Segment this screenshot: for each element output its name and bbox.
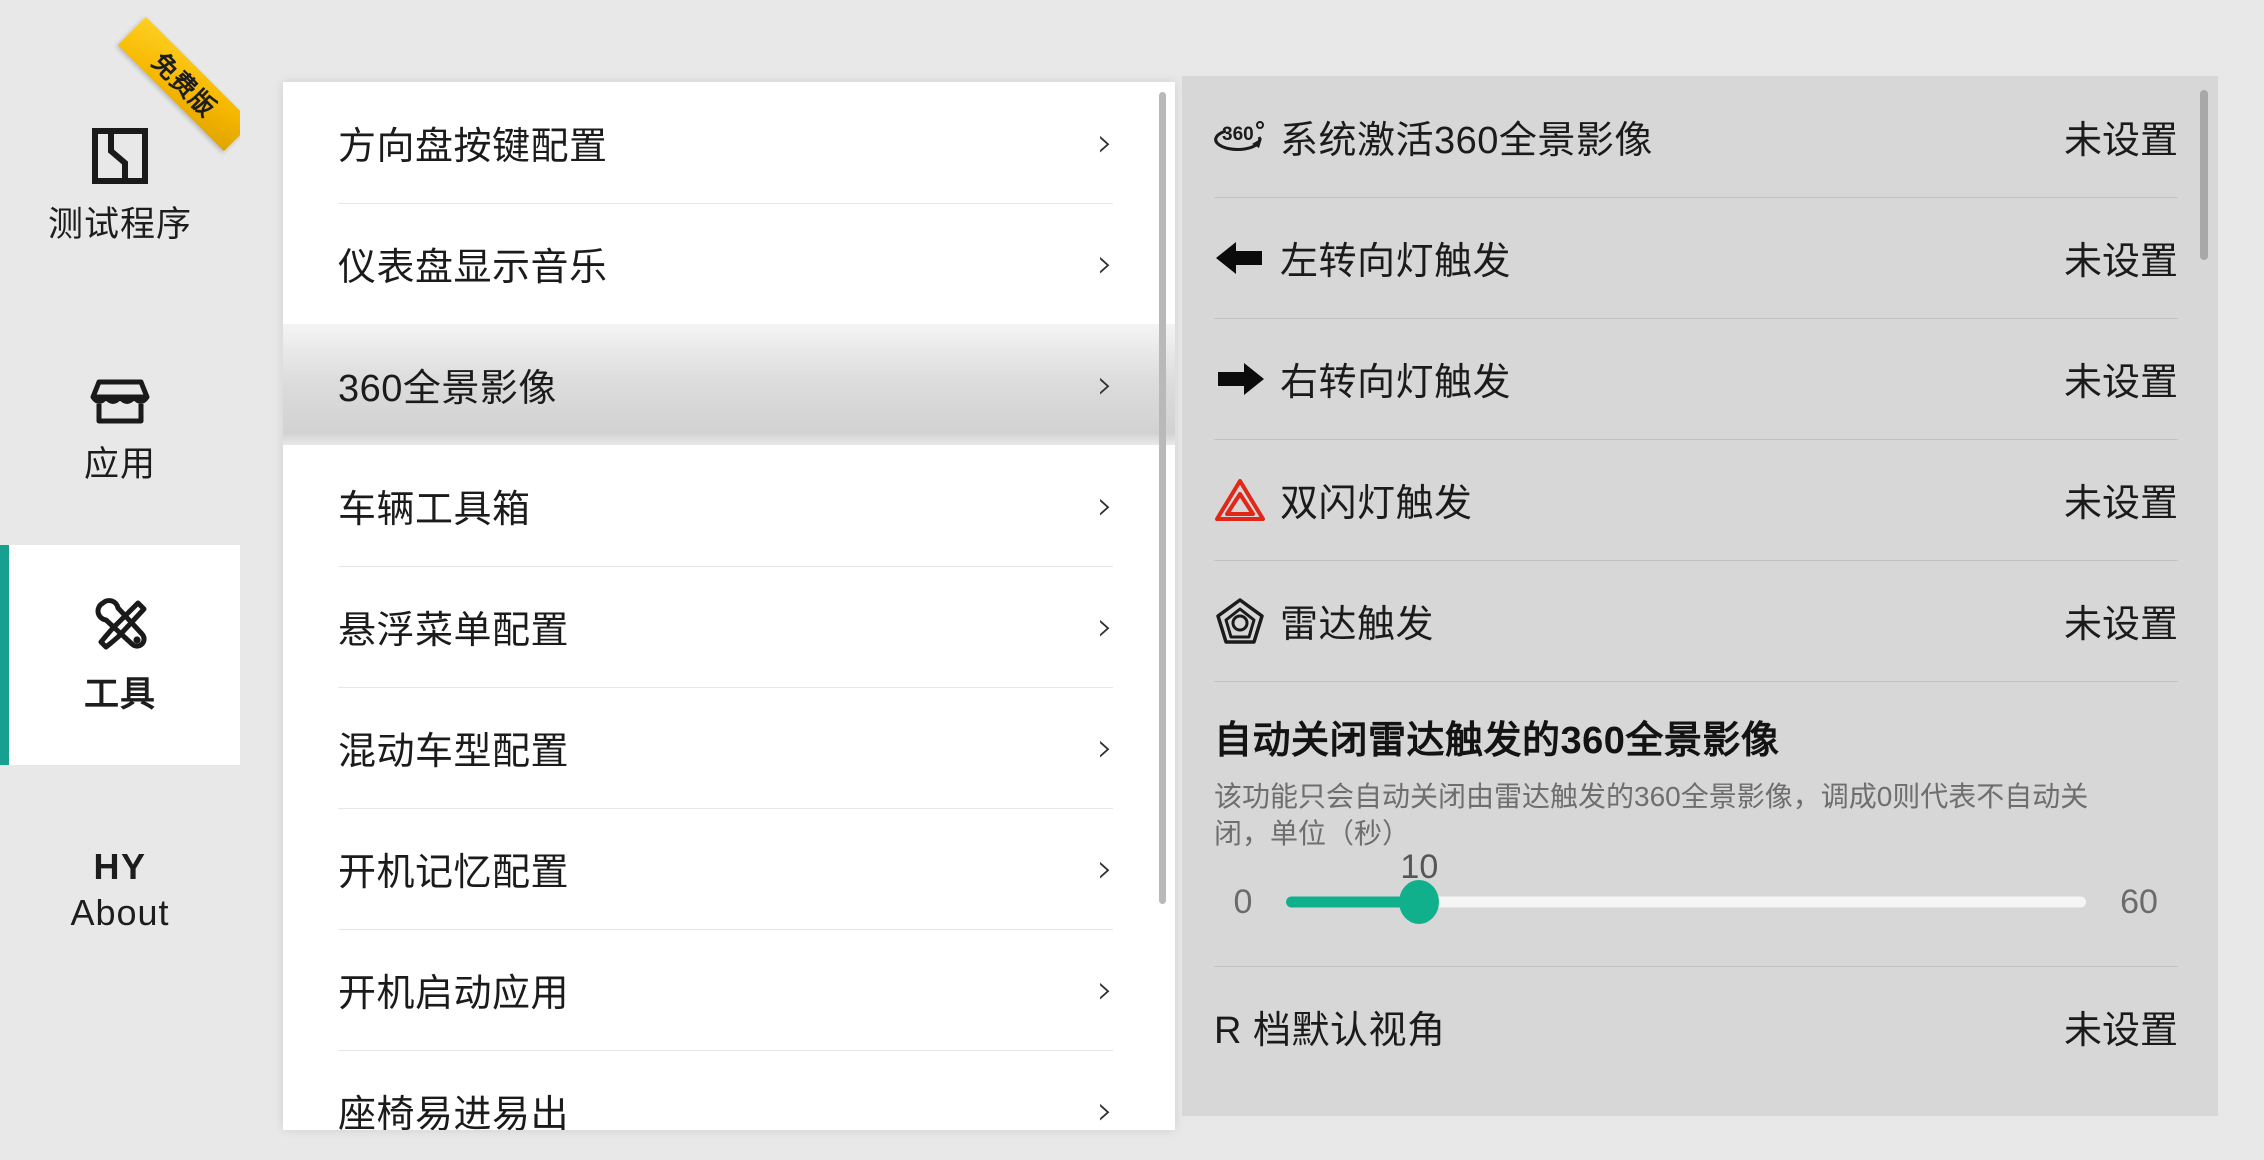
detail-row-left-turn-signal[interactable]: 左转向灯触发 未设置 — [1214, 197, 2178, 318]
chevron-right-icon: › — [1097, 845, 1113, 892]
detail-row-label: 左转向灯触发 — [1280, 241, 1512, 283]
list-item[interactable]: 方向盘按键配置 › — [338, 82, 1113, 203]
sidebar-item-label: 测试程序 — [47, 205, 192, 245]
detail-row-label: R 档默认视角 — [1214, 1010, 1446, 1053]
sidebar-item-apps[interactable]: 应用 — [0, 355, 240, 505]
chevron-right-icon: › — [1097, 966, 1113, 1013]
detail-row-hazard-lights[interactable]: 双闪灯触发 未设置 — [1214, 439, 2178, 560]
settings-list: 方向盘按键配置 › 仪表盘显示音乐 › 360全景影像 › 车辆工具箱 › 悬浮… — [283, 82, 1175, 1130]
sidebar-item-label: 应用 — [83, 445, 156, 485]
arrow-right-icon — [1214, 358, 1280, 400]
list-item[interactable]: 车辆工具箱 › — [338, 445, 1113, 566]
list-item[interactable]: 仪表盘显示音乐 › — [338, 203, 1113, 324]
list-item-selected[interactable]: 360全景影像 › — [283, 324, 1175, 445]
list-item-label: 车辆工具箱 — [338, 489, 531, 531]
chevron-right-icon: › — [1097, 482, 1113, 529]
detail-row-label: 系统激活360全景影像 — [1280, 120, 1653, 162]
svg-text:360: 360 — [1222, 124, 1254, 145]
about-label: About — [70, 892, 170, 933]
list-item[interactable]: 座椅易进易出 › — [338, 1050, 1113, 1130]
detail-row-r-gear-default-view[interactable]: R 档默认视角 未设置 — [1214, 966, 2178, 1087]
sidebar-item-tools[interactable]: 工具 — [0, 545, 240, 765]
list-item-label: 混动车型配置 — [338, 731, 570, 773]
hazard-lights-icon — [1214, 477, 1280, 523]
detail-row-label: 右转向灯触发 — [1280, 362, 1512, 404]
detail-row-value: 未设置 — [2063, 120, 2178, 162]
detail-row-right-turn-signal[interactable]: 右转向灯触发 未设置 — [1214, 318, 2178, 439]
wrench-screwdriver-icon — [87, 595, 153, 662]
square-zigzag-icon — [89, 125, 151, 192]
list-item-label: 开机记忆配置 — [338, 852, 570, 894]
detail-row-radar-trigger[interactable]: 雷达触发 未设置 — [1214, 560, 2178, 681]
slider-min-label: 0 — [1233, 883, 1253, 922]
detail-row-value: 未设置 — [2063, 241, 2178, 283]
detail-row-value: 未设置 — [2063, 483, 2178, 525]
list-item-label: 悬浮菜单配置 — [338, 610, 570, 652]
slider-max-label: 60 — [2120, 883, 2158, 922]
chevron-right-icon: › — [1097, 724, 1113, 771]
sidebar: 测试程序 应用 工具 HY About 免费版 — [0, 0, 240, 1160]
sidebar-item-label: 工具 — [83, 675, 156, 715]
list-item[interactable]: 开机启动应用 › — [338, 929, 1113, 1050]
chevron-right-icon: › — [1097, 240, 1113, 287]
list-item-label: 方向盘按键配置 — [338, 126, 608, 168]
storefront-icon — [89, 375, 151, 432]
setting-title: 自动关闭雷达触发的360全景影像 — [1214, 720, 1780, 762]
list-item-label: 开机启动应用 — [338, 973, 570, 1015]
sidebar-item-test-program[interactable]: 测试程序 — [0, 110, 240, 260]
list-scrollbar-thumb[interactable] — [1159, 92, 1166, 904]
detail-row-value: 未设置 — [2063, 1010, 2178, 1053]
chevron-right-icon: › — [1097, 1087, 1113, 1131]
list-item-label: 360全景影像 — [338, 368, 557, 410]
detail-row-label: 双闪灯触发 — [1280, 483, 1473, 525]
list-item[interactable]: 混动车型配置 › — [338, 687, 1113, 808]
radar-icon — [1214, 597, 1280, 645]
sidebar-item-about[interactable]: HY About — [0, 830, 240, 950]
slider-current-value: 10 — [1400, 848, 1439, 887]
auto-close-radar-360-setting: 自动关闭雷达触发的360全景影像 该功能只会自动关闭由雷达触发的360全景影像，… — [1214, 681, 2178, 966]
list-scrollbar[interactable] — [1159, 92, 1166, 1102]
settings-list-panel: 方向盘按键配置 › 仪表盘显示音乐 › 360全景影像 › 车辆工具箱 › 悬浮… — [283, 82, 1175, 1130]
setting-description: 该功能只会自动关闭由雷达触发的360全景影像，调成0则代表不自动关闭，单位（秒） — [1214, 781, 2089, 850]
detail-row-system-activate-360[interactable]: 360 系统激活360全景影像 未设置 — [1214, 76, 2178, 197]
detail-panel: 360 系统激活360全景影像 未设置 左转向灯触发 未设置 右转向灯触发 未设… — [1182, 76, 2218, 1116]
arrow-left-icon — [1214, 237, 1280, 279]
app-root: 测试程序 应用 工具 HY About 免费版 方向盘按键配置 › 仪表盘显示音… — [0, 0, 2264, 1160]
brand-label: HY — [93, 846, 147, 887]
chevron-right-icon: › — [1097, 603, 1113, 650]
360-degree-icon: 360 — [1214, 117, 1280, 157]
detail-row-label: 雷达触发 — [1280, 604, 1435, 646]
detail-row-value: 未设置 — [2063, 362, 2178, 404]
slider-track-area[interactable]: 10 — [1286, 850, 2086, 948]
list-item-label: 仪表盘显示音乐 — [338, 247, 608, 289]
detail-row-value: 未设置 — [2063, 604, 2178, 646]
list-item[interactable]: 开机记忆配置 › — [338, 808, 1113, 929]
chevron-right-icon: › — [1097, 119, 1113, 166]
list-item-label: 座椅易进易出 — [338, 1094, 570, 1130]
detail-scrollbar[interactable] — [2200, 90, 2208, 1102]
slider-thumb[interactable] — [1399, 880, 1440, 925]
auto-close-slider[interactable]: 0 10 60 — [1214, 850, 2178, 948]
chevron-right-icon: › — [1097, 361, 1113, 408]
detail-scrollbar-thumb[interactable] — [2200, 90, 2208, 260]
list-item[interactable]: 悬浮菜单配置 › — [338, 566, 1113, 687]
